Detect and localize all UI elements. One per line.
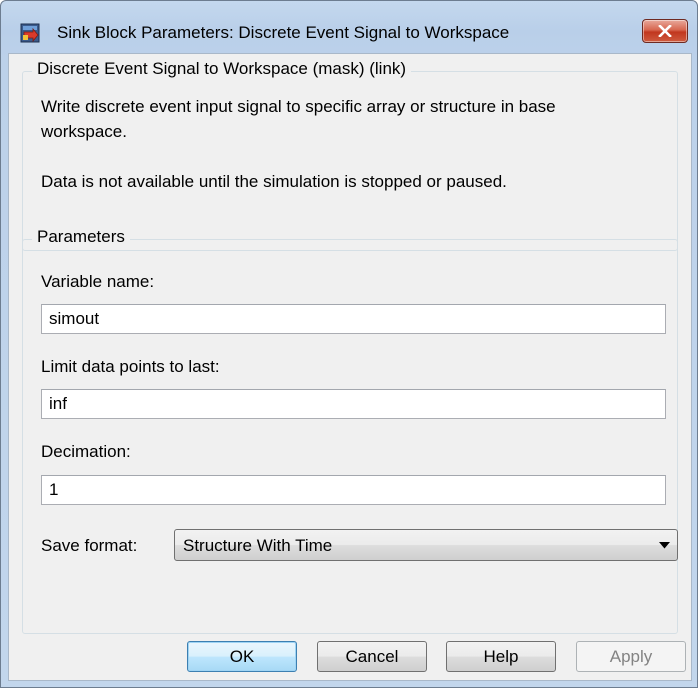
simulink-block-icon xyxy=(20,23,40,43)
dialog-window: Sink Block Parameters: Discrete Event Si… xyxy=(0,0,698,688)
variable-name-input[interactable] xyxy=(41,304,666,334)
dropdown-arrow-icon xyxy=(659,542,670,549)
save-format-value: Structure With Time xyxy=(183,536,333,555)
decimation-label: Decimation: xyxy=(41,442,131,461)
decimation-input[interactable] xyxy=(41,475,666,505)
variable-name-label: Variable name: xyxy=(41,272,155,291)
close-button[interactable] xyxy=(642,19,688,43)
apply-button: Apply xyxy=(576,641,686,672)
cancel-button[interactable]: Cancel xyxy=(317,641,427,672)
title-bar[interactable]: Sink Block Parameters: Discrete Event Si… xyxy=(1,1,697,51)
description-line-1: Write discrete event input signal to spe… xyxy=(41,97,556,116)
parameters-group xyxy=(22,239,678,634)
close-icon xyxy=(658,25,672,37)
description-group-title: Discrete Event Signal to Workspace (mask… xyxy=(32,59,412,79)
window-title: Sink Block Parameters: Discrete Event Si… xyxy=(57,23,510,42)
parameters-group-title: Parameters xyxy=(32,227,130,247)
description-line-2: workspace. xyxy=(41,122,127,141)
dialog-content: Discrete Event Signal to Workspace (mask… xyxy=(8,53,692,681)
help-button[interactable]: Help xyxy=(446,641,556,672)
save-format-dropdown[interactable]: Structure With Time xyxy=(174,529,678,561)
save-format-label: Save format: xyxy=(41,536,138,555)
limit-data-points-input[interactable] xyxy=(41,389,666,419)
ok-button[interactable]: OK xyxy=(187,641,297,672)
description-note: Data is not available until the simulati… xyxy=(41,172,507,191)
limit-data-points-label: Limit data points to last: xyxy=(41,357,220,376)
